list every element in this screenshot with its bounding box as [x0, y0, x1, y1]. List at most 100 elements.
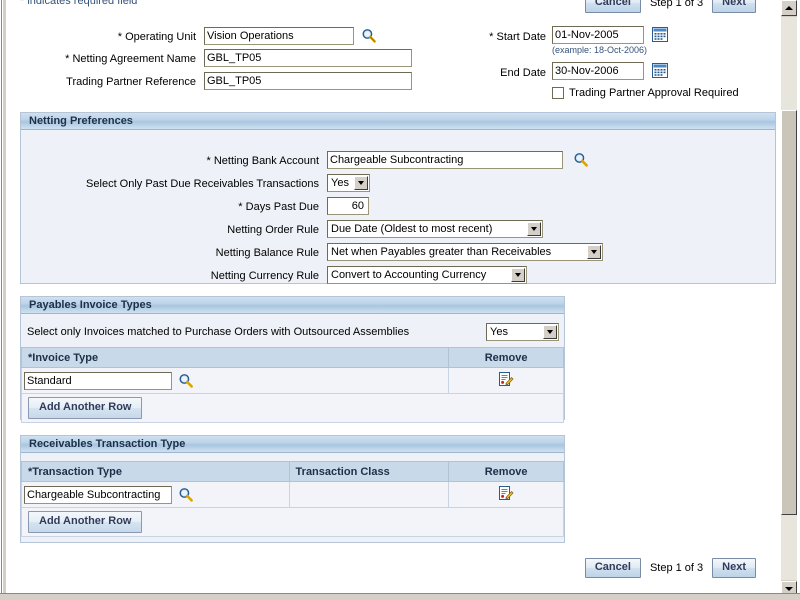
netting-order-rule-select[interactable]: Due Date (Oldest to most recent) [327, 220, 543, 238]
chevron-down-icon [543, 325, 557, 339]
cell-remove-invoice-type [448, 367, 564, 394]
past-due-receivables-select[interactable]: Yes [327, 174, 370, 192]
netting-balance-rule-value: Net when Payables greater than Receivabl… [331, 246, 552, 258]
operating-unit-input[interactable] [204, 27, 354, 45]
add-row-row: Add Another Row [21, 393, 564, 423]
column-transaction-type: *Transaction Type [21, 461, 290, 482]
past-due-receivables-label: Select Only Past Due Receivables Transac… [86, 178, 319, 190]
netting-preferences-section: Netting Preferences * Netting Bank Accou… [20, 112, 776, 284]
payables-invoice-types-body: Select only Invoices matched to Purchase… [20, 314, 564, 423]
netting-preferences-body: * Netting Bank Account Select Only Past … [21, 130, 775, 284]
remove-edit-icon[interactable] [498, 485, 514, 501]
calendar-icon-end-date[interactable] [652, 63, 668, 78]
netting-bank-account-label: * Netting Bank Account [206, 155, 319, 167]
start-date-example: (example: 18-Oct-2006) [552, 45, 648, 55]
days-past-due-label: * Days Past Due [238, 201, 319, 213]
bottom-button-row: Cancel Step 1 of 3 Next [584, 558, 756, 578]
trading-partner-approval-row: Trading Partner Approval Required [552, 87, 739, 99]
netting-agreement-name-input[interactable] [204, 49, 412, 67]
transaction-type-table: *Transaction Type Transaction Class Remo… [21, 461, 564, 537]
cancel-button-bottom[interactable]: Cancel [584, 558, 641, 578]
receivables-transaction-type-body: *Transaction Type Transaction Class Remo… [21, 453, 564, 542]
cell-add-another-row: Add Another Row [21, 507, 564, 537]
netting-currency-rule-value: Convert to Accounting Currency [331, 269, 487, 281]
page-content: * indicates required field Cancel Step 1… [6, 0, 778, 593]
application-window: * indicates required field Cancel Step 1… [0, 0, 800, 600]
netting-balance-rule-select[interactable]: Net when Payables greater than Receivabl… [327, 243, 603, 261]
window-bottom-edge [0, 593, 800, 600]
scroll-up-button[interactable] [781, 0, 797, 16]
payables-invoice-types-title: Payables Invoice Types [29, 299, 152, 311]
chevron-down-icon [587, 245, 601, 259]
cell-transaction-class [289, 481, 450, 508]
column-remove: Remove [448, 461, 564, 482]
trading-partner-reference-label: Trading Partner Reference [66, 76, 196, 88]
netting-preferences-title: Netting Preferences [29, 115, 133, 127]
calendar-icon-start-date[interactable] [652, 27, 668, 42]
table-header-row: *Transaction Type Transaction Class Remo… [21, 461, 564, 482]
payables-invoice-types-section: Payables Invoice Types Select only Invoi… [20, 296, 565, 423]
netting-currency-rule-select[interactable]: Convert to Accounting Currency [327, 266, 527, 284]
chevron-down-icon [354, 176, 368, 190]
table-header-row: *Invoice Type Remove [20, 347, 564, 368]
arrow-up-icon [785, 6, 793, 10]
table-row [20, 367, 564, 394]
cell-invoice-type [20, 367, 450, 394]
transaction-type-input[interactable] [24, 485, 172, 504]
search-icon[interactable] [361, 28, 377, 44]
trading-partner-approval-label: Trading Partner Approval Required [569, 87, 739, 99]
receivables-transaction-type-title: Receivables Transaction Type [29, 438, 186, 450]
top-button-row: Cancel Step 1 of 3 Next [584, 0, 756, 13]
past-due-receivables-value: Yes [331, 177, 349, 189]
vertical-scrollbar[interactable] [780, 0, 797, 597]
cell-add-another-row: Add Another Row [21, 393, 564, 423]
netting-order-rule-value: Due Date (Oldest to most recent) [331, 223, 493, 235]
outsourced-assemblies-select[interactable]: Yes [486, 323, 559, 341]
invoice-type-table: *Invoice Type Remove Standard Add Anothe… [20, 347, 564, 423]
outsourced-assemblies-value: Yes [490, 326, 508, 338]
header-form: * Operating Unit * Netting Agreement Nam… [6, 22, 778, 106]
outsourced-assemblies-label: Select only Invoices matched to Purchase… [27, 326, 410, 338]
operating-unit-label: * Operating Unit [117, 31, 196, 43]
start-date-label: * Start Date [489, 31, 546, 43]
top-train-bar: Cancel Step 1 of 3 Next [6, 0, 778, 17]
bottom-train-bar: Cancel Step 1 of 3 Next [6, 558, 778, 584]
next-button-bottom[interactable]: Next [712, 558, 756, 578]
column-invoice-type: *Invoice Type [20, 347, 450, 368]
end-date-label: End Date [500, 67, 546, 79]
chevron-down-icon [527, 222, 541, 236]
add-another-row-button-invoice-type[interactable]: Add Another Row [28, 397, 143, 419]
netting-agreement-name-label: * Netting Agreement Name [65, 53, 196, 65]
step-indicator-bottom: Step 1 of 3 [649, 562, 704, 574]
netting-balance-rule-label: Netting Balance Rule [215, 247, 319, 259]
next-button-top[interactable]: Next [712, 0, 756, 13]
trading-partner-approval-checkbox[interactable] [552, 87, 564, 99]
arrow-down-icon [785, 587, 793, 591]
cell-transaction-type [21, 481, 290, 508]
cancel-button-top[interactable]: Cancel [584, 0, 641, 13]
start-date-input[interactable] [552, 26, 644, 44]
netting-preferences-header: Netting Preferences [21, 113, 775, 130]
receivables-transaction-type-section: Receivables Transaction Type *Transactio… [20, 435, 565, 543]
search-icon-bank-account[interactable] [573, 152, 589, 168]
receivables-transaction-type-header: Receivables Transaction Type [21, 436, 564, 453]
column-remove: Remove [448, 347, 564, 368]
remove-edit-icon[interactable] [498, 371, 514, 387]
search-icon-invoice-type[interactable] [178, 373, 194, 389]
payables-invoice-types-header: Payables Invoice Types [21, 297, 564, 314]
step-indicator-top: Step 1 of 3 [649, 0, 704, 9]
cell-remove-transaction-type [448, 481, 564, 508]
invoice-type-input[interactable] [24, 371, 172, 390]
netting-currency-rule-label: Netting Currency Rule [210, 270, 319, 282]
scrollbar-thumb[interactable] [781, 110, 797, 515]
add-row-row: Add Another Row [21, 507, 564, 537]
days-past-due-input[interactable] [327, 197, 369, 215]
search-icon-transaction-type[interactable] [178, 487, 194, 503]
netting-order-rule-label: Netting Order Rule [227, 224, 319, 236]
chevron-down-icon [511, 268, 525, 282]
netting-bank-account-input[interactable] [327, 151, 563, 169]
trading-partner-reference-input[interactable] [204, 72, 412, 90]
end-date-input[interactable] [552, 62, 644, 80]
table-row [21, 481, 564, 508]
add-another-row-button-transaction-type[interactable]: Add Another Row [28, 511, 143, 533]
